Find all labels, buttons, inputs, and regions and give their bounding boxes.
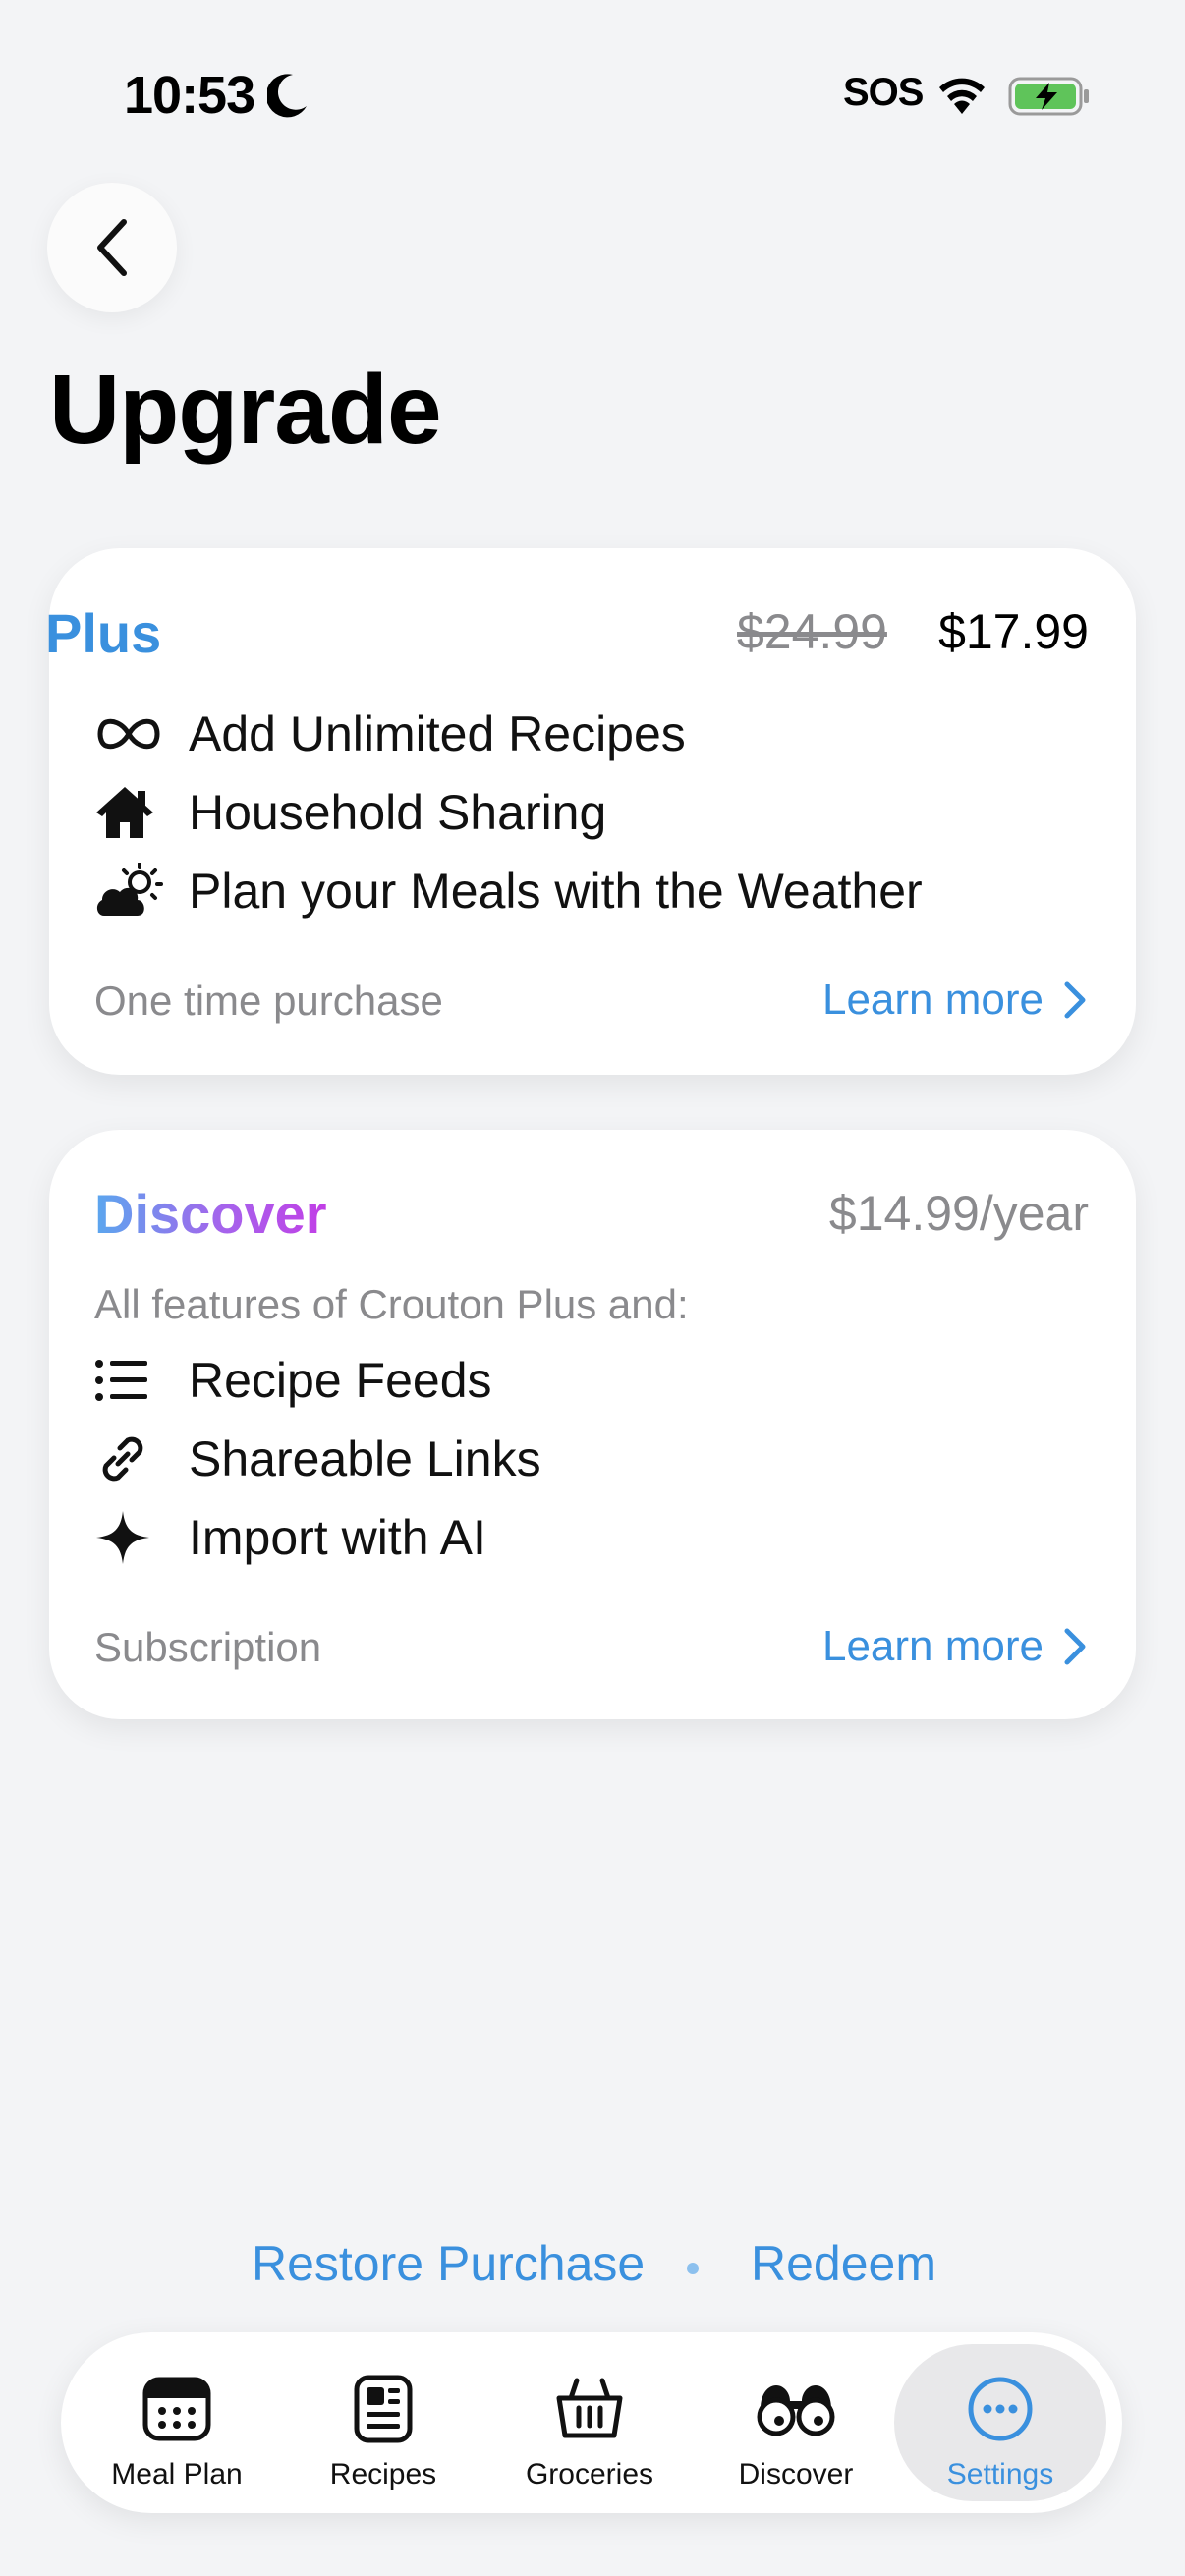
tab-label: Recipes bbox=[329, 2458, 437, 2491]
feature-recipe-feeds: Recipe Feeds bbox=[94, 1346, 492, 1415]
feature-unlimited-recipes: Add Unlimited Recipes bbox=[94, 700, 686, 768]
binoculars-icon bbox=[757, 2385, 835, 2436]
link-icon bbox=[102, 1436, 143, 1482]
tab-meal-plan[interactable]: Meal Plan bbox=[71, 2344, 283, 2501]
battery-charging-icon bbox=[1008, 77, 1089, 116]
chevron-left-icon bbox=[97, 219, 127, 276]
restore-purchase-link[interactable]: Restore Purchase bbox=[252, 2235, 645, 2292]
basket-icon bbox=[556, 2378, 623, 2438]
discover-title: Discover bbox=[94, 1183, 327, 1245]
tab-groceries[interactable]: Groceries bbox=[483, 2344, 696, 2501]
moon-icon bbox=[267, 74, 307, 118]
feature-label: Add Unlimited Recipes bbox=[189, 706, 686, 761]
tab-recipes[interactable]: Recipes bbox=[277, 2344, 489, 2501]
tab-label: Meal Plan bbox=[111, 2458, 243, 2491]
house-icon bbox=[96, 787, 153, 838]
recipe-card-icon bbox=[354, 2375, 413, 2443]
status-time: 10:53 bbox=[124, 66, 255, 125]
plus-price: $17.99 bbox=[938, 604, 1089, 659]
tab-label: Discover bbox=[738, 2458, 854, 2491]
plus-learn-more-link[interactable]: Learn more bbox=[822, 976, 1087, 1025]
plus-title: Plus bbox=[45, 602, 162, 664]
chevron-right-icon bbox=[1064, 981, 1086, 1019]
tab-discover[interactable]: Discover bbox=[690, 2344, 902, 2501]
page-title: Upgrade bbox=[49, 355, 442, 465]
tab-label: Settings bbox=[946, 2458, 1054, 2491]
infinity-icon bbox=[97, 718, 160, 750]
discover-learn-more-link[interactable]: Learn more bbox=[822, 1622, 1087, 1671]
redeem-link[interactable]: Redeem bbox=[751, 2235, 936, 2292]
learn-more-label: Learn more bbox=[821, 1622, 1044, 1670]
feature-household-sharing: Household Sharing bbox=[94, 778, 606, 847]
feature-shareable-links: Shareable Links bbox=[94, 1425, 541, 1493]
feature-label: Shareable Links bbox=[189, 1431, 541, 1486]
plus-purchase-type: One time purchase bbox=[94, 978, 443, 1024]
separator-dot bbox=[687, 2263, 699, 2274]
discover-purchase-type: Subscription bbox=[94, 1624, 322, 1670]
wifi-icon bbox=[939, 78, 985, 114]
tab-bar: Meal Plan Recipes Groceries Discover Set… bbox=[61, 2332, 1122, 2513]
discover-price: $14.99/year bbox=[828, 1186, 1089, 1241]
ellipsis-circle-icon bbox=[968, 2377, 1033, 2441]
calendar-icon bbox=[142, 2377, 211, 2441]
chevron-right-icon bbox=[1064, 1628, 1086, 1665]
sparkle-icon bbox=[96, 1511, 149, 1564]
back-button[interactable] bbox=[47, 183, 177, 312]
plus-old-price: $24.99 bbox=[737, 604, 887, 659]
tab-settings[interactable]: Settings bbox=[894, 2344, 1106, 2501]
feature-import-ai: Import with AI bbox=[94, 1503, 486, 1572]
purchase-actions: Restore Purchase Redeem bbox=[0, 2235, 1185, 2304]
feature-label: Import with AI bbox=[189, 1510, 486, 1565]
cloud-sun-icon bbox=[96, 863, 163, 916]
status-bar: 10:53 SOS bbox=[0, 0, 1185, 196]
feature-label: Household Sharing bbox=[189, 785, 607, 840]
feature-label: Recipe Feeds bbox=[189, 1353, 492, 1408]
discover-intro: All features of Crouton Plus and: bbox=[94, 1281, 689, 1327]
carrier-label: SOS bbox=[843, 71, 924, 114]
list-icon bbox=[95, 1360, 147, 1401]
feature-label: Plan your Meals with the Weather bbox=[189, 864, 923, 919]
feature-weather: Plan your Meals with the Weather bbox=[94, 857, 923, 925]
tab-label: Groceries bbox=[525, 2458, 654, 2491]
learn-more-label: Learn more bbox=[821, 976, 1044, 1024]
